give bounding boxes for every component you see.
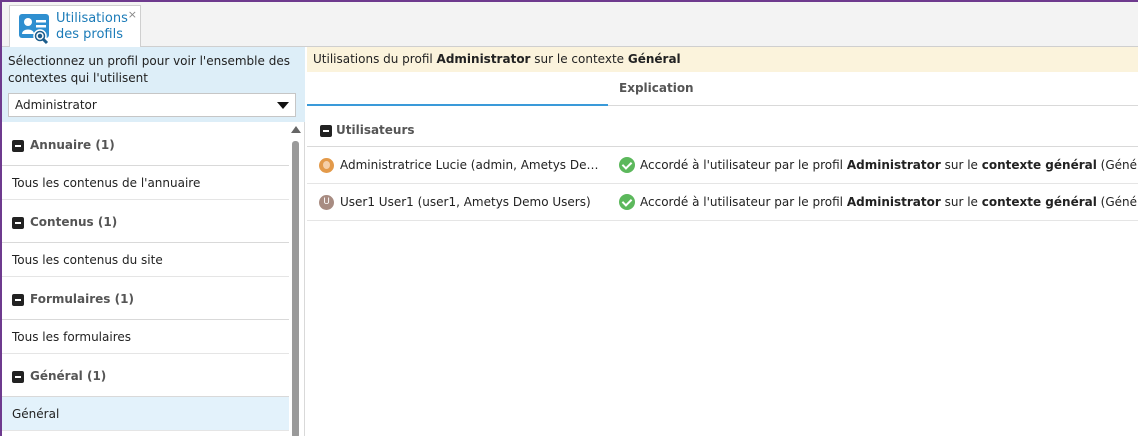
avatar (319, 158, 334, 173)
expl-profile: Administrator (846, 158, 941, 172)
check-icon (619, 194, 635, 210)
tree-item-label: Tous les contenus de l'annuaire (12, 176, 201, 190)
collapse-icon[interactable] (12, 217, 24, 229)
group-label: Contenus (1) (30, 215, 118, 229)
tree-group-contenus[interactable]: Contenus (1) (2, 200, 289, 243)
collapse-icon[interactable] (12, 294, 24, 306)
explanation-text: Accordé à l'utilisateur par le profil Ad… (640, 195, 1138, 209)
group-label: Annuaire (1) (30, 138, 115, 152)
tree-item-label: Général (12, 407, 60, 421)
column-header-user[interactable] (307, 72, 608, 106)
expl-prefix: Accordé à l'utilisateur par le profil (640, 195, 847, 209)
check-icon (619, 157, 635, 173)
collapse-icon[interactable] (12, 140, 24, 152)
expl-context: contexte général (981, 158, 1097, 172)
user-name: User1 User1 (user1, Ametys Demo Users) (340, 195, 591, 209)
tree-item-selected[interactable]: Général (2, 397, 289, 431)
grid-group-utilisateurs[interactable]: Utilisateurs (307, 109, 1138, 147)
expl-context: contexte général (981, 195, 1097, 209)
tab-label-line1: Utilisations (56, 11, 128, 26)
scroll-up-icon[interactable] (291, 126, 301, 133)
instruction-text: Sélectionnez un profil pour voir l'ensem… (8, 54, 290, 85)
tree-group-formulaires[interactable]: Formulaires (1) (2, 277, 289, 320)
expl-middle: sur le (940, 158, 982, 172)
expl-prefix: Accordé à l'utilisateur par le profil (640, 158, 847, 172)
title-middle: sur le contexte (530, 52, 628, 66)
expl-profile: Administrator (846, 195, 941, 209)
profile-contexts-panel: Sélectionnez un profil pour voir l'ensem… (2, 47, 305, 436)
tree-item[interactable]: Tous les formulaires (2, 320, 289, 354)
tab-profile-usages[interactable]: Utilisations des profils × (9, 5, 141, 47)
tree-item[interactable]: Tous les contenus de l'annuaire (2, 166, 289, 200)
scrollbar-thumb[interactable] (292, 141, 299, 436)
context-tree: Annuaire (1) Tous les contenus de l'annu… (2, 123, 289, 436)
tab-bar: Utilisations des profils × (2, 2, 1138, 47)
avatar: U (319, 195, 334, 210)
usage-details-panel: Utilisations du profil Administrator sur… (307, 47, 1138, 436)
group-label: Utilisateurs (336, 123, 415, 137)
tree-item-label: Tous les contenus du site (12, 253, 163, 267)
title-prefix: Utilisations du profil (313, 52, 437, 66)
tree-item[interactable]: Tous les contenus du site (2, 243, 289, 277)
collapse-icon[interactable] (12, 371, 24, 383)
expl-suffix: (Général) (1100, 195, 1138, 209)
profile-usage-icon (19, 14, 49, 45)
collapse-icon[interactable] (320, 125, 332, 137)
table-row[interactable]: Administratrice Lucie (admin, Ametys Dem… (307, 148, 1138, 184)
table-row[interactable]: U User1 User1 (user1, Ametys Demo Users)… (307, 185, 1138, 221)
profile-selector-area: Sélectionnez un profil pour voir l'ensem… (2, 47, 305, 122)
user-name: Administratrice Lucie (admin, Ametys Dem… (340, 158, 602, 172)
tree-group-general[interactable]: Général (1) (2, 354, 289, 397)
column-header-explication[interactable]: Explication (619, 81, 694, 95)
expl-suffix: (Général) (1100, 158, 1138, 172)
grid-header: Explication (307, 72, 1138, 106)
tree-item-label: Tous les formulaires (12, 330, 131, 344)
tab-label: Utilisations des profils (56, 11, 136, 43)
title-context: Général (627, 52, 681, 66)
explanation-text: Accordé à l'utilisateur par le profil Ad… (640, 158, 1138, 172)
group-label: Formulaires (1) (30, 292, 134, 306)
expl-middle: sur le (940, 195, 982, 209)
tab-close-icon[interactable]: × (128, 8, 137, 21)
chevron-down-icon[interactable] (277, 102, 289, 109)
tree-group-annuaire[interactable]: Annuaire (1) (2, 123, 289, 166)
group-label: Général (1) (30, 369, 107, 383)
profile-select-value: Administrator (15, 98, 97, 112)
title-profile: Administrator (436, 52, 531, 66)
vertical-scrollbar[interactable] (290, 123, 302, 436)
usage-title: Utilisations du profil Administrator sur… (307, 47, 1138, 72)
profile-select[interactable]: Administrator (8, 93, 296, 117)
tab-label-line2: des profils (56, 27, 123, 42)
app-frame: Utilisations des profils × Sélectionnez … (0, 0, 1138, 436)
